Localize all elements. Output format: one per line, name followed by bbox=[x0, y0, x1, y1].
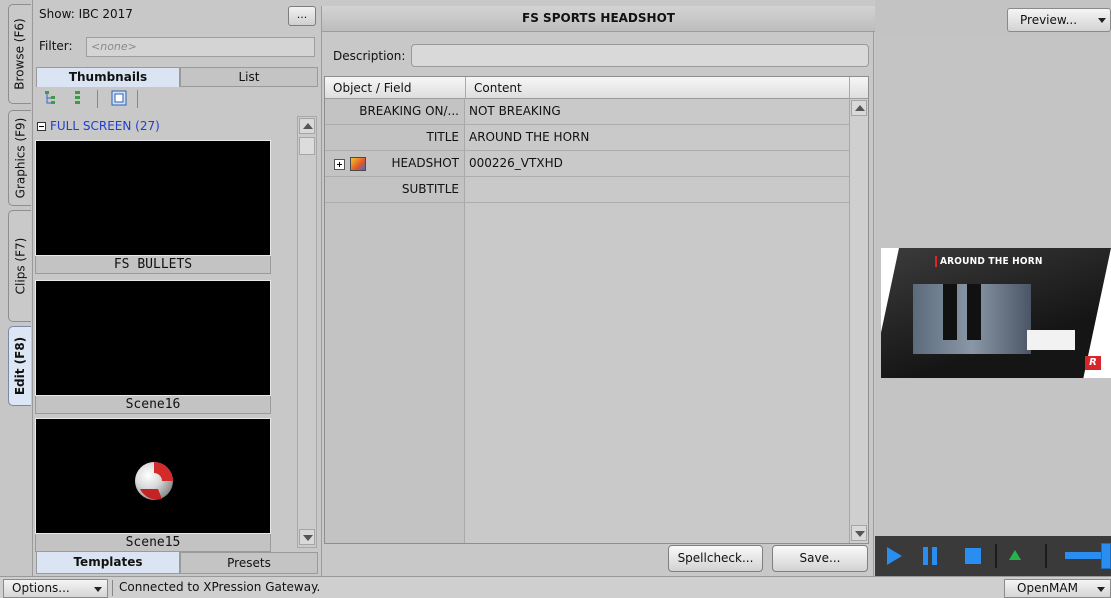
grid-header: Object / Field Content bbox=[325, 77, 868, 99]
chevron-down-icon bbox=[1097, 587, 1105, 592]
list-view-icon[interactable] bbox=[71, 90, 87, 106]
take-icon[interactable] bbox=[1009, 550, 1021, 560]
scroll-down-button[interactable] bbox=[299, 529, 315, 545]
tab-browse-label: Browse (F6) bbox=[13, 18, 28, 90]
filter-label: Filter: bbox=[39, 39, 73, 53]
spellcheck-button[interactable]: Spellcheck... bbox=[668, 545, 763, 572]
arrow-up-icon bbox=[303, 123, 313, 129]
pause-icon[interactable] bbox=[923, 547, 928, 565]
field-grid: Object / Field Content BREAKING ON/... N… bbox=[324, 76, 869, 544]
show-select-button[interactable]: ... bbox=[288, 6, 316, 26]
preview-dropdown[interactable]: Preview... bbox=[1007, 8, 1111, 32]
template-caption: Scene15 bbox=[35, 534, 271, 552]
brand-logo: R bbox=[1085, 356, 1101, 370]
divider bbox=[112, 580, 113, 596]
grid-scrollbar[interactable] bbox=[849, 99, 868, 543]
openmam-label: OpenMAM bbox=[1017, 581, 1078, 595]
slider-handle[interactable] bbox=[1101, 543, 1111, 569]
save-button[interactable]: Save... bbox=[772, 545, 868, 572]
scroll-up-button[interactable] bbox=[299, 118, 315, 134]
tab-edit-label: Edit (F8) bbox=[13, 336, 27, 396]
toolbar-divider bbox=[137, 90, 138, 108]
preview-frame: AROUND THE HORN R bbox=[881, 248, 1111, 378]
scroll-thumb[interactable] bbox=[299, 137, 315, 155]
tab-graphics-label: Graphics (F9) bbox=[13, 117, 27, 199]
frame-view-icon[interactable] bbox=[111, 90, 127, 106]
show-label: Show: IBC 2017 bbox=[39, 7, 133, 21]
tree-view-icon[interactable] bbox=[43, 90, 59, 106]
field-content[interactable] bbox=[466, 177, 469, 203]
template-title: FS SPORTS HEADSHOT bbox=[322, 6, 875, 32]
status-message: Connected to XPression Gateway. bbox=[119, 580, 321, 594]
stop-icon[interactable] bbox=[965, 548, 981, 564]
scroll-down-button[interactable] bbox=[851, 525, 867, 541]
headshot-figure bbox=[967, 284, 981, 340]
table-row[interactable]: BREAKING ON/... NOT BREAKING bbox=[325, 99, 849, 125]
field-name: SUBTITLE bbox=[401, 182, 459, 196]
field-content[interactable]: 000226_VTXHD bbox=[466, 151, 563, 177]
description-label: Description: bbox=[333, 49, 406, 63]
template-caption: FS BULLETS bbox=[35, 256, 271, 274]
view-toolbar bbox=[33, 87, 321, 111]
divider bbox=[995, 544, 997, 568]
tab-thumbnails[interactable]: Thumbnails bbox=[36, 67, 180, 87]
arrow-up-icon bbox=[855, 105, 865, 111]
chevron-down-icon bbox=[94, 587, 102, 592]
arrow-down-icon bbox=[855, 531, 865, 537]
template-editor-panel: FS SPORTS HEADSHOT Description: Object /… bbox=[321, 6, 875, 576]
tab-clips[interactable]: Clips (F7) bbox=[8, 210, 31, 322]
template-group-label: FULL SCREEN (27) bbox=[50, 119, 160, 133]
options-label: Options... bbox=[12, 581, 70, 595]
field-name: HEADSHOT bbox=[391, 156, 459, 170]
view-tabs: Thumbnails List bbox=[33, 67, 321, 87]
chevron-down-icon bbox=[1098, 18, 1106, 23]
vertical-tab-strip: Browse (F6) Graphics (F9) Clips (F7) Edi… bbox=[0, 0, 33, 576]
headshot-figure bbox=[943, 284, 957, 340]
table-row[interactable]: HEADSHOT 000226_VTXHD bbox=[325, 151, 849, 177]
tab-graphics[interactable]: Graphics (F9) bbox=[8, 110, 31, 206]
collapse-icon[interactable] bbox=[37, 122, 46, 131]
openmam-dropdown[interactable]: OpenMAM bbox=[1004, 579, 1111, 598]
scroll-up-button[interactable] bbox=[851, 100, 867, 116]
toolbar-divider bbox=[97, 90, 98, 108]
tab-list[interactable]: List bbox=[180, 67, 318, 87]
column-header-content[interactable]: Content bbox=[466, 77, 850, 99]
preview-viewport: AROUND THE HORN R bbox=[875, 36, 1111, 536]
pause-icon[interactable] bbox=[932, 547, 937, 565]
table-row[interactable]: TITLE AROUND THE HORN bbox=[325, 125, 849, 151]
arrow-down-icon bbox=[303, 535, 313, 541]
field-name: TITLE bbox=[426, 130, 459, 144]
sphere-logo-icon bbox=[135, 462, 173, 500]
preview-title: AROUND THE HORN bbox=[935, 256, 1043, 267]
divider bbox=[1045, 544, 1047, 568]
template-browser-panel: Show: IBC 2017 ... Filter: <none> Thumbn… bbox=[33, 0, 321, 576]
play-icon[interactable] bbox=[887, 547, 902, 565]
tab-edit[interactable]: Edit (F8) bbox=[8, 326, 31, 406]
preview-subtitle-box bbox=[1027, 330, 1075, 350]
template-thumbnail[interactable] bbox=[35, 140, 271, 256]
preview-panel: Preview... AROUND THE HORN R bbox=[875, 0, 1111, 576]
preview-label: Preview... bbox=[1020, 13, 1078, 27]
template-thumbnail[interactable] bbox=[35, 280, 271, 396]
status-bar: Options... Connected to XPression Gatewa… bbox=[0, 576, 1111, 598]
tab-browse[interactable]: Browse (F6) bbox=[8, 4, 31, 104]
thumbnail-scrollbar[interactable] bbox=[297, 116, 317, 548]
tab-templates[interactable]: Templates bbox=[36, 552, 180, 574]
template-caption: Scene16 bbox=[35, 396, 271, 414]
field-content[interactable]: NOT BREAKING bbox=[466, 99, 561, 125]
options-dropdown[interactable]: Options... bbox=[3, 579, 108, 598]
field-content[interactable]: AROUND THE HORN bbox=[466, 125, 589, 151]
transport-controls bbox=[875, 536, 1111, 576]
field-name: BREAKING ON/... bbox=[359, 104, 459, 118]
description-input[interactable] bbox=[411, 44, 869, 67]
filter-input[interactable]: <none> bbox=[86, 37, 315, 57]
tab-clips-label: Clips (F7) bbox=[13, 237, 28, 295]
tab-presets[interactable]: Presets bbox=[180, 552, 318, 574]
column-header-field[interactable]: Object / Field bbox=[325, 77, 466, 99]
bottom-tabs: Templates Presets bbox=[33, 552, 321, 574]
table-row[interactable]: SUBTITLE bbox=[325, 177, 849, 203]
template-group-header[interactable]: FULL SCREEN (27) bbox=[33, 119, 295, 137]
template-thumbnail[interactable] bbox=[35, 418, 271, 534]
